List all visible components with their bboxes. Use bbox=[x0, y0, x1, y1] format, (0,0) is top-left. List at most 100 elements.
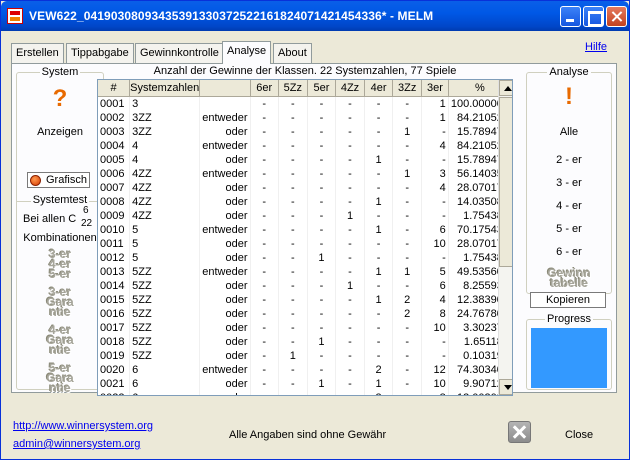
table-cell: entweder bbox=[199, 110, 251, 125]
table-cell: 3 bbox=[129, 96, 201, 111]
title-bar[interactable]: VEW622_041903080934353913303725221618240… bbox=[1, 1, 629, 31]
table-cell: - bbox=[278, 320, 308, 335]
table-row[interactable]: 0019 5ZZ oder -1- - - - -0.103199 bbox=[98, 348, 512, 363]
alle-button[interactable]: Alle bbox=[527, 126, 611, 138]
scrollbar-thumb[interactable] bbox=[499, 97, 512, 267]
col-header-6er[interactable]: 6er bbox=[250, 80, 279, 97]
test-3-4-5er-button[interactable]: 3-er 4-er 5-er bbox=[17, 248, 103, 280]
table-row[interactable]: 0003 3ZZ oder - - - - -1-15.789474 bbox=[98, 124, 512, 139]
table-cell: - bbox=[364, 236, 394, 251]
garantie-4er-button[interactable]: 4-er Gara ntie bbox=[17, 324, 103, 356]
table-cell: 5ZZ bbox=[129, 348, 201, 363]
col-header-4zz[interactable]: 4Zz bbox=[335, 80, 365, 97]
results-grid[interactable]: # Systemzahlen 6er 5Zz 5er 4Zz 4er 3Zz 3… bbox=[97, 79, 513, 396]
table-row[interactable]: 0015 5ZZ oder - - - -1 2 4 12.383901 bbox=[98, 292, 512, 307]
grafisch-button[interactable]: Grafisch bbox=[27, 172, 90, 188]
table-cell: - bbox=[364, 96, 394, 111]
col-header-4er[interactable]: 4er bbox=[364, 80, 394, 97]
table-cell: - bbox=[335, 264, 365, 279]
table-cell: 1 bbox=[364, 152, 394, 167]
table-cell: 5 bbox=[421, 264, 449, 279]
scroll-down-arrow-icon[interactable] bbox=[499, 379, 512, 395]
tab-analyse[interactable]: Analyse bbox=[222, 41, 272, 64]
close-button[interactable]: Close bbox=[565, 429, 593, 441]
table-row[interactable]: 0013 5ZZ entweder - - - -1 1 5 49.535604 bbox=[98, 264, 512, 279]
website-link[interactable]: http://www.winnersystem.org bbox=[13, 420, 153, 432]
table-row[interactable]: 0008 4ZZ oder - - - -1- -14.035088 bbox=[98, 194, 512, 209]
table-cell: - bbox=[250, 334, 279, 349]
window-close-button[interactable] bbox=[606, 6, 627, 27]
close-icon[interactable] bbox=[508, 421, 531, 443]
col-header-5er[interactable]: 5er bbox=[307, 80, 337, 97]
table-row[interactable]: 0004 4 entweder - - - - - -4 84.210526 bbox=[98, 138, 512, 153]
help-link[interactable]: Hilfe bbox=[585, 41, 607, 53]
table-cell: - bbox=[250, 264, 279, 279]
table-row[interactable]: 0017 5ZZ oder - - - - - -10 3.302374 bbox=[98, 320, 512, 335]
col-header-mode[interactable] bbox=[199, 80, 251, 97]
exclamation-icon[interactable]: ! bbox=[527, 83, 611, 111]
table-row[interactable]: 0002 3ZZ entweder - - - - - -1 84.210526 bbox=[98, 110, 512, 125]
table-row[interactable]: 0009 4ZZ oder - - -1- - -1.754386 bbox=[98, 208, 512, 223]
question-icon[interactable]: ? bbox=[17, 85, 103, 113]
table-cell: 0006 bbox=[98, 166, 131, 181]
app-window: VEW622_041903080934353913303725221618240… bbox=[0, 0, 630, 460]
maximize-button[interactable] bbox=[583, 6, 604, 27]
col-header-3er[interactable]: 3er bbox=[421, 80, 449, 97]
tab-erstellen[interactable]: Erstellen bbox=[11, 43, 64, 63]
table-row[interactable]: 0020 6 entweder - - - -2-12 74.303406 bbox=[98, 362, 512, 377]
minimize-button[interactable] bbox=[560, 6, 581, 27]
table-row[interactable]: 0001 3- - - - - -1 100.000000 bbox=[98, 96, 512, 111]
email-link[interactable]: admin@winnersystem.org bbox=[13, 438, 140, 450]
tab-tippabgabe[interactable]: Tippabgabe bbox=[66, 43, 134, 63]
table-cell: 4ZZ bbox=[129, 194, 201, 209]
table-cell: - bbox=[335, 152, 365, 167]
col-header-number[interactable]: # bbox=[98, 80, 131, 97]
col-header-5zz[interactable]: 5Zz bbox=[278, 80, 308, 97]
tab-gewinnkontrolle[interactable]: Gewinnkontrolle bbox=[135, 43, 224, 63]
table-cell: - bbox=[307, 152, 337, 167]
analyse-3er-button[interactable]: 3 - er bbox=[527, 177, 611, 189]
table-cell: 0015 bbox=[98, 292, 131, 307]
table-row[interactable]: 0010 5 entweder - - - -1-6 70.175439 bbox=[98, 222, 512, 237]
garantie-3er-button[interactable]: 3-er Gara ntie bbox=[17, 286, 103, 318]
table-cell: - bbox=[278, 166, 308, 181]
table-cell: - bbox=[421, 334, 449, 349]
table-cell: 6 bbox=[129, 376, 201, 391]
grid-scrollbar[interactable] bbox=[498, 80, 512, 395]
table-row[interactable]: 0011 5 oder - - - - - -10 28.070175 bbox=[98, 236, 512, 251]
analyse-5er-button[interactable]: 5 - er bbox=[527, 223, 611, 235]
table-cell: - bbox=[278, 194, 308, 209]
analyse-2er-button[interactable]: 2 - er bbox=[527, 154, 611, 166]
progress-group: Progress bbox=[526, 313, 612, 390]
table-cell: - bbox=[335, 124, 365, 139]
table-cell: - bbox=[421, 124, 449, 139]
table-cell: 0021 bbox=[98, 376, 131, 391]
table-cell: - bbox=[392, 208, 423, 223]
col-header-systemzahlen[interactable]: Systemzahlen bbox=[129, 80, 201, 97]
analyse-group-label: Analyse bbox=[547, 66, 591, 78]
table-row[interactable]: 0012 5 oder - -1- - - -1.754386 bbox=[98, 250, 512, 265]
table-cell: - bbox=[364, 138, 394, 153]
table-row[interactable]: 00226oder----3-813.003096 bbox=[98, 390, 512, 395]
col-header-3zz[interactable]: 3Zz bbox=[392, 80, 423, 97]
table-row[interactable]: 0016 5ZZ oder - - - - -2 8 24.767802 bbox=[98, 306, 512, 321]
table-cell: - bbox=[278, 292, 308, 307]
table-cell: oder bbox=[199, 278, 251, 293]
kopieren-button[interactable]: Kopieren bbox=[530, 292, 606, 308]
scroll-up-arrow-icon[interactable] bbox=[499, 80, 512, 96]
table-row[interactable]: 0006 4ZZ entweder - - - - -1 3 56.140351 bbox=[98, 166, 512, 181]
table-cell: 8 bbox=[421, 306, 449, 321]
analyse-6er-button[interactable]: 6 - er bbox=[527, 246, 611, 258]
table-row[interactable]: 0021 6 oder - -1-1-10 9.907121 bbox=[98, 376, 512, 391]
table-cell: 6 bbox=[129, 362, 201, 377]
garantie-5er-button[interactable]: 5-er Gara ntie bbox=[17, 362, 103, 394]
table-row[interactable]: 0005 4 oder - - - -1- -15.789474 bbox=[98, 152, 512, 167]
table-row[interactable]: 0018 5ZZ oder - -1- - - -1.651187 bbox=[98, 334, 512, 349]
analyse-4er-button[interactable]: 4 - er bbox=[527, 200, 611, 212]
anzeigen-button[interactable]: Anzeigen bbox=[17, 126, 103, 138]
gewinntabelle-button[interactable]: Gewinn tabelle bbox=[527, 267, 611, 289]
table-row[interactable]: 0014 5ZZ oder - - -1- -6 8.255934 bbox=[98, 278, 512, 293]
tab-about[interactable]: About bbox=[273, 43, 312, 63]
table-cell: oder bbox=[199, 250, 251, 265]
table-row[interactable]: 0007 4ZZ oder - - - - - -4 28.070175 bbox=[98, 180, 512, 195]
